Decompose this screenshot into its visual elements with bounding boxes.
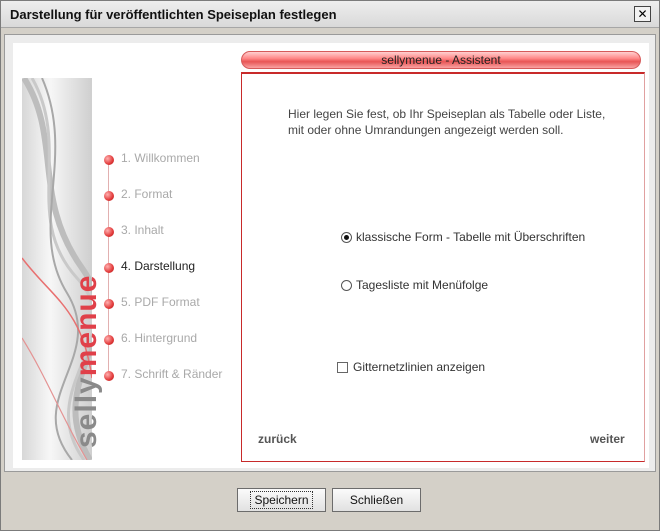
brand-logo: sellymenue <box>70 274 103 448</box>
step-bullet-icon <box>104 155 114 165</box>
close-icon[interactable]: ✕ <box>634 6 651 22</box>
step-item-darstellung: 4. Darstellung <box>104 258 234 276</box>
next-link[interactable]: weiter <box>590 432 625 446</box>
step-item-pdf-format: 5. PDF Format <box>104 294 234 312</box>
step-item-schrift-raender: 7. Schrift & Ränder <box>104 366 234 384</box>
back-link[interactable]: zurück <box>258 432 297 446</box>
radio-classic-table-label[interactable]: klassische Form - Tabelle mit Überschrif… <box>356 230 585 244</box>
radio-indicator[interactable] <box>341 232 352 243</box>
step-bullet-icon <box>104 227 114 237</box>
title-bar[interactable]: Darstellung für veröffentlichten Speisep… <box>1 1 659 28</box>
step-description: Hier legen Sie fest, ob Ihr Speiseplan a… <box>288 107 606 137</box>
assistant-header-title: sellymenue - Assistent <box>381 53 501 67</box>
save-button[interactable]: Speichern <box>237 488 326 512</box>
window-title: Darstellung für veröffentlichten Speisep… <box>10 7 337 22</box>
step-item-willkommen: 1. Willkommen <box>104 150 234 168</box>
step-bullet-icon <box>104 335 114 345</box>
checkbox-box[interactable] <box>337 362 348 373</box>
step-bullet-icon <box>104 263 114 273</box>
radio-day-list[interactable]: Tagesliste mit Menüfolge <box>341 278 511 294</box>
radio-classic-table[interactable]: klassische Form - Tabelle mit Überschrif… <box>341 230 611 246</box>
assistant-header: sellymenue - Assistent <box>241 51 641 69</box>
radio-indicator[interactable] <box>341 280 352 291</box>
step-bullet-icon <box>104 371 114 381</box>
gridlines-checkbox-label[interactable]: Gitternetzlinien anzeigen <box>353 360 485 374</box>
step-item-inhalt: 3. Inhalt <box>104 222 234 240</box>
gridlines-checkbox[interactable]: Gitternetzlinien anzeigen <box>337 360 497 376</box>
step-bullet-icon <box>104 299 114 309</box>
step-item-format: 2. Format <box>104 186 234 204</box>
close-button[interactable]: Schließen <box>332 488 421 512</box>
step-bullet-icon <box>104 191 114 201</box>
radio-day-list-label[interactable]: Tagesliste mit Menüfolge <box>356 278 488 292</box>
step-item-hintergrund: 6. Hintergrund <box>104 330 234 348</box>
